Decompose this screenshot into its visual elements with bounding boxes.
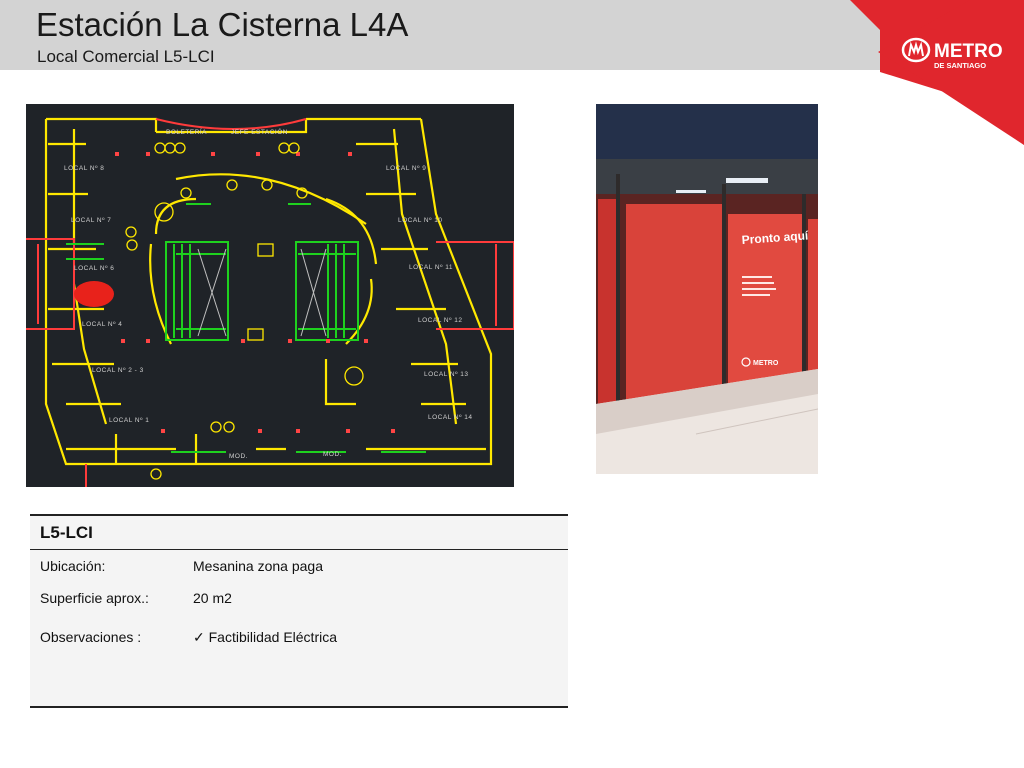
row-value: Mesanina zona paga [193, 558, 323, 574]
label-local-6: LOCAL Nº 6 [74, 265, 114, 272]
label-local-12: LOCAL Nº 12 [418, 317, 462, 324]
logo-tagline: DE SANTIAGO [934, 61, 986, 70]
label-local-8: LOCAL Nº 8 [64, 165, 104, 172]
location-marker [74, 281, 114, 307]
row-observaciones: Observaciones : ✓ Factibilidad Eléctrica [40, 629, 337, 645]
label-local-9: LOCAL Nº 9 [386, 165, 426, 172]
label-local-7: LOCAL Nº 7 [71, 217, 111, 224]
label-local-11: LOCAL Nº 11 [409, 264, 453, 271]
label-local-4: LOCAL Nº 4 [82, 321, 122, 328]
logo-name: METRO [934, 41, 1003, 62]
row-superficie: Superficie aprox.: 20 m2 [40, 590, 232, 606]
ad-logo: METRO [753, 360, 779, 367]
label-mod-2: MOD. [323, 451, 342, 458]
row-label: Superficie aprox.: [40, 590, 149, 606]
row-value: ✓ Factibilidad Eléctrica [193, 629, 338, 645]
row-label: Ubicación: [40, 558, 106, 574]
label-local-13: LOCAL Nº 13 [424, 371, 468, 378]
info-title: L5-LCI [30, 516, 568, 550]
store-photo: Pronto aquí METRO [596, 104, 818, 474]
floor-plan: BOLETERÍA JEFE ESTACIÓN LOCAL Nº 8 LOCAL… [26, 104, 515, 487]
page-subtitle: Local Comercial L5-LCI [37, 47, 215, 66]
label-local-10: LOCAL Nº 10 [398, 217, 442, 224]
page-title: Estación La Cisterna L4A [36, 6, 409, 43]
label-boleteria: BOLETERÍA [166, 127, 207, 136]
floor-plan-drawing: BOLETERÍA JEFE ESTACIÓN LOCAL Nº 8 LOCAL… [26, 117, 515, 487]
label-local-1: LOCAL Nº 1 [109, 417, 149, 424]
label-local-14: LOCAL Nº 14 [428, 414, 472, 421]
label-jefe-estacion: JEFE ESTACIÓN [231, 127, 288, 136]
store-photo-illustration: Pronto aquí METRO [596, 104, 818, 474]
label-local-2-3: LOCAL Nº 2 - 3 [92, 367, 144, 374]
row-label: Observaciones : [40, 629, 142, 645]
row-ubicacion: Ubicación: Mesanina zona paga [40, 558, 323, 574]
label-mod-1: MOD. [229, 453, 248, 460]
info-table: L5-LCI Ubicación: Mesanina zona paga Sup… [30, 514, 568, 708]
metro-logo: METRO DE SANTIAGO [850, 0, 1024, 145]
row-value: 20 m2 [193, 590, 232, 606]
